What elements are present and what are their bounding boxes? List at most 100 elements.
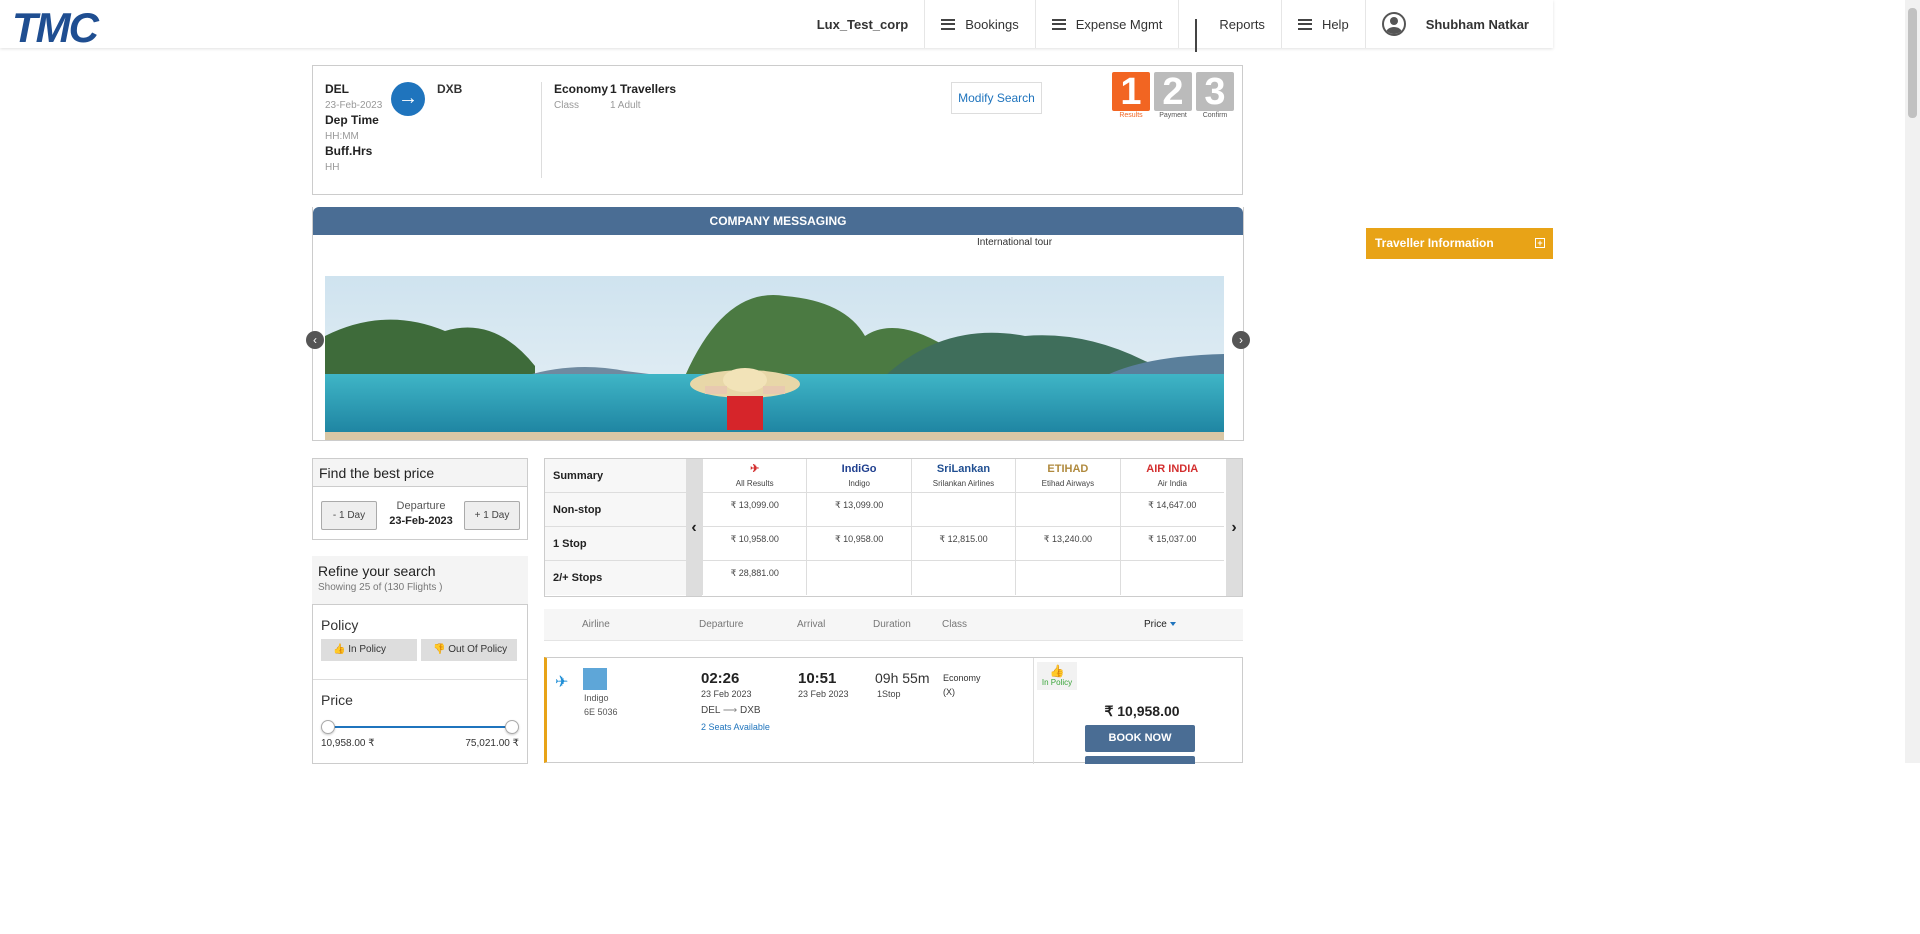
nav-expense-mgmt[interactable]: Expense Mgmt: [1034, 0, 1179, 48]
class-name: Economy: [943, 673, 981, 683]
book-now-button[interactable]: BOOK NOW: [1085, 725, 1195, 752]
price-filter-title: Price: [321, 692, 353, 708]
refine-header: Refine your search Showing 25 of (130 Fl…: [312, 556, 528, 604]
sort-class[interactable]: Class: [942, 619, 967, 630]
page-scrollbar[interactable]: [1905, 0, 1920, 763]
flight-duration: 09h 55m: [875, 670, 930, 686]
airline-name: Srilankan Airlines: [932, 479, 995, 488]
tmc-logo[interactable]: TMC: [12, 4, 99, 52]
price-cell[interactable]: ₹ 13,240.00: [1016, 527, 1120, 561]
airline-logo-icon: AIR INDIA: [1146, 463, 1199, 475]
price-cell[interactable]: ₹ 12,815.00: [911, 527, 1016, 561]
scrollbar-thumb[interactable]: [1908, 8, 1917, 118]
route-to: DXB: [740, 705, 761, 716]
price-cell[interactable]: ₹ 10,958.00: [703, 527, 807, 561]
out-of-policy-label: Out Of Policy: [448, 644, 508, 655]
refine-title: Refine your search: [318, 563, 436, 579]
airline-column: ETIHAD Etihad Airways ₹ 13,240.00: [1015, 459, 1120, 595]
user-menu[interactable]: Shubham Natkar: [1364, 0, 1545, 48]
airline-info: Indigo 6E 5036: [584, 691, 618, 719]
matrix-next-button[interactable]: ›: [1226, 459, 1242, 596]
step-number: 3: [1196, 72, 1234, 112]
airline-header-cell[interactable]: ETIHAD Etihad Airways: [1016, 459, 1120, 493]
filter-body: Policy 👍 In Policy 👎 Out Of Policy Price…: [312, 604, 528, 764]
company-name: Lux_Test_corp: [801, 0, 925, 48]
minus-day-button[interactable]: - 1 Day: [321, 501, 377, 530]
airline-logo-icon: IndiGo: [841, 463, 877, 475]
row-label-1-stop: 1 Stop: [545, 527, 686, 561]
menu-icon: [1297, 18, 1312, 30]
departure-date: 23 Feb 2023: [701, 689, 752, 699]
dep-time-field[interactable]: HH:MM: [325, 131, 382, 142]
airline-logo-icon: ✈: [750, 463, 760, 475]
route: DEL ⟶ DXB: [701, 705, 770, 716]
out-of-policy-filter-button[interactable]: 👎 Out Of Policy: [421, 639, 517, 661]
class-value: Economy: [554, 82, 609, 96]
top-navbar: TMC Lux_Test_corp Bookings Expense Mgmt …: [0, 0, 1553, 52]
class-code: (X): [943, 687, 955, 697]
destination-code: DXB: [437, 82, 463, 96]
user-avatar-icon: [1381, 12, 1406, 36]
price-cell[interactable]: ₹ 13,099.00: [703, 493, 807, 527]
find-best-price: Find the best price - 1 Day Departure 23…: [312, 458, 528, 540]
sort-departure[interactable]: Departure: [699, 619, 743, 630]
messaging-title: COMPANY MESSAGING: [313, 207, 1243, 235]
plane-icon: ✈: [555, 674, 569, 691]
step-label: Confirm: [1202, 112, 1228, 119]
airline-header-cell[interactable]: SriLankan Srilankan Airlines: [911, 459, 1016, 493]
slider-min-handle[interactable]: [321, 720, 335, 734]
nav-reports[interactable]: Reports: [1178, 0, 1281, 52]
company-messaging: COMPANY MESSAGING International tour: [312, 207, 1244, 441]
traveller-information-toggle[interactable]: Traveller Information +: [1366, 228, 1553, 259]
airline-column: ✈ All Results ₹ 13,099.00 ₹ 10,958.00 ₹ 28,8…: [702, 459, 807, 595]
airline-column: IndiGo Indigo ₹ 13,099.00 ₹ 10,958.00: [806, 459, 911, 595]
class-label: Class: [554, 100, 580, 111]
price-min-value: 10,958.00 ₹: [321, 738, 375, 749]
sort-duration[interactable]: Duration: [873, 619, 911, 630]
sort-arrival[interactable]: Arrival: [797, 619, 825, 630]
departure-info: 02:26 23 Feb 2023 DEL ⟶ DXB 2 Seats Avai…: [701, 670, 770, 732]
carousel-prev-button[interactable]: ‹: [306, 331, 324, 349]
buff-hrs-field[interactable]: HH: [325, 162, 382, 173]
price-cell: [1016, 561, 1119, 595]
flight-number: 6E 5036: [584, 707, 618, 717]
departure-time: 02:26: [701, 670, 740, 687]
thumbs-up-icon: 👍: [1049, 664, 1065, 678]
price-range-slider[interactable]: [321, 720, 519, 734]
carousel-next-button[interactable]: ›: [1232, 331, 1250, 349]
airline-header-cell[interactable]: AIR INDIA Air India: [1120, 459, 1224, 493]
modify-search-button[interactable]: Modify Search: [951, 82, 1042, 114]
sort-caret-icon: [1169, 622, 1176, 627]
airline-header-cell[interactable]: ✈ All Results: [703, 459, 807, 493]
row-label-summary: Summary: [545, 459, 686, 493]
buff-hrs-label: Buff.Hrs: [325, 144, 373, 158]
flight-price: ₹ 10,958.00: [1104, 703, 1180, 719]
price-cell[interactable]: ₹ 10,958.00: [807, 527, 911, 561]
slider-max-handle[interactable]: [505, 720, 519, 734]
nav-label: Reports: [1219, 16, 1265, 32]
menu-icon: [941, 18, 956, 30]
price-cell[interactable]: ₹ 14,647.00: [1120, 493, 1224, 527]
secondary-button[interactable]: [1085, 756, 1195, 764]
price-cell[interactable]: ₹ 28,881.00: [703, 561, 806, 595]
nav-bookings[interactable]: Bookings: [924, 0, 1034, 48]
airline-header-cell[interactable]: IndiGo Indigo: [807, 459, 911, 493]
thumbs-up-icon: 👍: [333, 644, 346, 655]
origin-code: DEL: [325, 82, 349, 96]
sort-airline[interactable]: Airline: [582, 619, 610, 630]
matrix-prev-button[interactable]: ‹: [686, 459, 702, 596]
nav-help[interactable]: Help: [1280, 0, 1365, 48]
airline-name: Etihad Airways: [1041, 479, 1095, 488]
divider: [1033, 658, 1034, 764]
plus-day-button[interactable]: + 1 Day: [464, 501, 520, 530]
policy-filter-title: Policy: [321, 617, 359, 633]
best-price-title: Find the best price: [313, 459, 527, 487]
sort-price[interactable]: Price: [1144, 619, 1176, 630]
price-cell[interactable]: ₹ 13,099.00: [807, 493, 911, 527]
price-cell[interactable]: ₹ 15,037.00: [1120, 527, 1224, 561]
in-policy-filter-button[interactable]: 👍 In Policy: [321, 639, 417, 661]
divider: [541, 82, 542, 178]
indigo-logo-icon: [583, 668, 607, 690]
step-payment: 2 Payment: [1154, 72, 1192, 119]
dep-time-label: Dep Time: [325, 113, 379, 127]
